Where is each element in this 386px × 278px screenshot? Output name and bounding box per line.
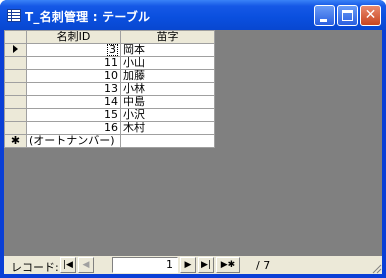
first-record-button[interactable]: |◀ — [60, 257, 76, 273]
row-selector[interactable] — [4, 108, 27, 122]
current-record-arrow-icon — [13, 45, 18, 53]
previous-record-icon: ◀ — [82, 260, 90, 270]
datasheet-area: 名刺ID 苗字 3 岡本 11 小山 10 加藤 13 小林 14 中島 15 … — [4, 30, 382, 274]
cell-id-autonumber[interactable]: (オートナンバー) — [26, 134, 121, 148]
last-record-icon: ▶| — [201, 260, 211, 270]
table-row[interactable]: 14 中島 — [4, 95, 215, 109]
title-bar[interactable]: T_名刺管理 : テーブル ✕ — [0, 0, 386, 30]
table-row[interactable]: 10 加藤 — [4, 69, 215, 83]
record-label: レコード: — [11, 261, 59, 274]
last-record-button[interactable]: ▶| — [198, 257, 214, 273]
minimize-icon — [320, 19, 327, 22]
next-record-icon: ▶ — [184, 260, 192, 270]
maximize-icon — [342, 10, 353, 21]
table-row[interactable]: 11 小山 — [4, 56, 215, 70]
table-row[interactable]: 3 岡本 — [4, 43, 215, 57]
new-record-icon: ▶✱ — [220, 260, 236, 270]
cell-id[interactable]: 10 — [26, 69, 121, 83]
table-row[interactable]: 16 木村 — [4, 121, 215, 135]
datasheet-icon[interactable] — [7, 9, 21, 22]
first-record-icon: |◀ — [63, 260, 73, 270]
next-record-button[interactable]: ▶ — [180, 257, 196, 273]
row-selector[interactable] — [4, 69, 27, 83]
column-header-id[interactable]: 名刺ID — [26, 30, 121, 44]
cell-surname[interactable]: 木村 — [120, 121, 215, 135]
cell-id[interactable]: 13 — [26, 82, 121, 96]
cell-surname-new[interactable] — [120, 134, 215, 148]
cell-surname[interactable]: 中島 — [120, 95, 215, 109]
table-window: T_名刺管理 : テーブル ✕ 名刺ID 苗字 3 岡本 11 小山 10 加藤… — [0, 0, 386, 278]
table-row[interactable]: 15 小沢 — [4, 108, 215, 122]
close-icon: ✕ — [364, 7, 377, 23]
cell-surname[interactable]: 小林 — [120, 82, 215, 96]
close-button[interactable]: ✕ — [360, 5, 381, 26]
resize-grip-icon[interactable] — [370, 262, 382, 274]
new-record-row[interactable]: ✱ (オートナンバー) — [4, 134, 215, 148]
cell-id[interactable]: 15 — [26, 108, 121, 122]
row-selector[interactable] — [4, 121, 27, 135]
row-selector[interactable] — [4, 56, 27, 70]
select-all-corner[interactable] — [4, 30, 27, 44]
cell-surname[interactable]: 小山 — [120, 56, 215, 70]
minimize-button[interactable] — [314, 5, 335, 26]
cell-surname[interactable]: 岡本 — [120, 43, 215, 57]
maximize-button[interactable] — [337, 5, 358, 26]
cell-id[interactable]: 16 — [26, 121, 121, 135]
row-selector[interactable] — [4, 95, 27, 109]
current-record-field[interactable]: 1 — [112, 257, 178, 273]
datasheet-grid: 名刺ID 苗字 3 岡本 11 小山 10 加藤 13 小林 14 中島 15 … — [4, 30, 215, 148]
window-title: T_名刺管理 : テーブル — [25, 10, 151, 24]
row-selector[interactable] — [4, 82, 27, 96]
cell-id[interactable]: 3 — [26, 43, 121, 57]
row-selector[interactable] — [4, 43, 27, 57]
record-navigation-bar: レコード: |◀ ◀ 1 ▶ ▶| ▶✱ / 7 — [4, 256, 382, 274]
column-header-surname[interactable]: 苗字 — [120, 30, 215, 44]
cell-id[interactable]: 11 — [26, 56, 121, 70]
new-record-button[interactable]: ▶✱ — [216, 257, 240, 273]
record-total: / 7 — [256, 259, 271, 272]
cell-surname[interactable]: 小沢 — [120, 108, 215, 122]
cell-id[interactable]: 14 — [26, 95, 121, 109]
table-row[interactable]: 13 小林 — [4, 82, 215, 96]
cell-surname[interactable]: 加藤 — [120, 69, 215, 83]
new-row-marker[interactable]: ✱ — [4, 134, 27, 148]
previous-record-button[interactable]: ◀ — [78, 257, 94, 273]
